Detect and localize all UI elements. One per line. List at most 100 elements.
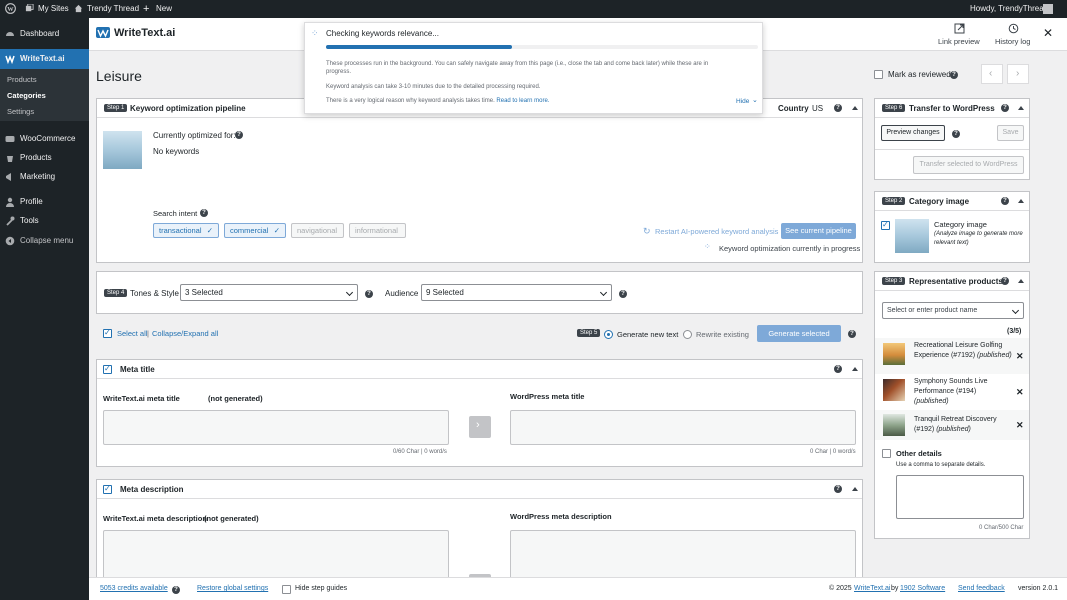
wp-meta-title-field[interactable] xyxy=(510,410,856,445)
send-feedback-link[interactable]: Send feedback xyxy=(958,585,1005,592)
prev-category-button[interactable]: ‹ xyxy=(981,64,1003,84)
collapse-expand-link[interactable]: Collapse/Expand all xyxy=(152,329,218,338)
submenu-settings[interactable]: Settings xyxy=(7,107,34,116)
company-link[interactable]: 1902 Software xyxy=(900,585,945,592)
home-icon xyxy=(74,0,83,18)
history-log-button[interactable]: History log xyxy=(995,37,1030,46)
close-icon[interactable]: ✕ xyxy=(1043,26,1053,40)
list-item: Recreational Leisure Golfing Experience … xyxy=(875,338,1029,374)
submenu-categories[interactable]: Categories xyxy=(7,91,46,100)
remove-icon[interactable]: ✕ xyxy=(1016,351,1024,362)
help-icon[interactable]: ? xyxy=(848,330,856,338)
help-icon[interactable]: ? xyxy=(1001,104,1009,112)
collapse-caret-icon[interactable] xyxy=(1018,106,1024,110)
site-name-link[interactable]: Trendy Thread xyxy=(87,0,139,18)
help-icon[interactable]: ? xyxy=(952,130,960,138)
writetext-meta-title-field[interactable] xyxy=(103,410,449,445)
hide-guides-checkbox[interactable] xyxy=(282,585,291,594)
intent-chip-transactional[interactable]: transactional ✓ xyxy=(153,223,219,238)
remove-icon[interactable]: ✕ xyxy=(1016,387,1024,398)
sidebar-item-profile[interactable]: Profile xyxy=(0,193,89,211)
chevron-left-icon: ‹ xyxy=(989,68,993,79)
help-icon[interactable]: ? xyxy=(834,104,842,112)
step-badge: Step 2 xyxy=(882,197,906,205)
wordpress-logo-icon[interactable]: W xyxy=(5,0,16,18)
woocommerce-icon xyxy=(5,136,15,142)
tones-style-select[interactable]: 3 Selected xyxy=(180,284,358,301)
admin-bar: W My Sites Trendy Thread + New Howdy, Tr… xyxy=(0,0,1067,18)
help-icon[interactable]: ? xyxy=(834,365,842,373)
generate-selected-button[interactable]: Generate selected xyxy=(757,325,841,342)
restore-settings-link[interactable]: Restore global settings xyxy=(197,585,268,592)
collapse-caret-icon[interactable] xyxy=(852,487,858,491)
product-image xyxy=(883,379,905,401)
help-icon[interactable]: ? xyxy=(200,209,208,217)
help-icon[interactable]: ? xyxy=(172,586,180,594)
help-icon[interactable]: ? xyxy=(1001,277,1009,285)
sidebar-item-woocommerce[interactable]: WooCommerce xyxy=(0,130,89,148)
copyright-text: © 2025 xyxy=(829,585,852,592)
popup-text-row: There is a very logical reason why keywo… xyxy=(326,98,549,104)
sidebar-item-writetext[interactable]: WriteText.ai xyxy=(0,49,89,69)
learn-more-link[interactable]: Read to learn more. xyxy=(496,98,549,104)
generate-new-radio[interactable] xyxy=(604,330,613,339)
collapse-caret-icon[interactable] xyxy=(1018,199,1024,203)
other-details-checkbox[interactable] xyxy=(882,449,891,458)
help-icon[interactable]: ? xyxy=(1001,197,1009,205)
sidebar-item-marketing[interactable]: Marketing xyxy=(0,168,89,186)
intent-chip-informational[interactable]: informational xyxy=(349,223,406,238)
help-icon[interactable]: ? xyxy=(235,131,243,139)
history-icon[interactable] xyxy=(1008,23,1019,34)
category-image-checkbox[interactable] xyxy=(881,220,890,230)
help-icon[interactable]: ? xyxy=(950,71,958,79)
help-icon[interactable]: ? xyxy=(834,485,842,493)
mark-reviewed-checkbox[interactable] xyxy=(874,70,883,79)
transfer-selected-button[interactable]: Transfer selected to WordPress xyxy=(913,156,1024,174)
howdy-link[interactable]: Howdy, TrendyThread xyxy=(970,0,1048,18)
transfer-arrow-button[interactable]: › xyxy=(469,416,491,438)
meta-title-checkbox[interactable] xyxy=(103,364,112,374)
remove-icon[interactable]: ✕ xyxy=(1016,420,1024,431)
preview-changes-button[interactable]: Preview changes xyxy=(881,125,945,141)
rewrite-existing-radio[interactable] xyxy=(683,330,692,339)
credits-link[interactable]: 5053 credits available xyxy=(100,585,168,592)
see-pipeline-button[interactable]: See current pipeline xyxy=(781,223,856,239)
audience-select[interactable]: 9 Selected xyxy=(421,284,612,301)
select-all-checkbox[interactable] xyxy=(103,328,112,338)
select-all-link[interactable]: Select all xyxy=(117,329,147,338)
collapse-caret-icon[interactable] xyxy=(852,106,858,110)
next-category-button[interactable]: › xyxy=(1007,64,1029,84)
link-preview-icon[interactable] xyxy=(954,23,965,34)
avatar[interactable] xyxy=(1043,4,1053,14)
help-icon[interactable]: ? xyxy=(365,290,373,298)
chevron-down-icon[interactable]: ⌄ xyxy=(752,96,758,104)
country-value[interactable]: US xyxy=(812,104,823,113)
submenu-products[interactable]: Products xyxy=(7,75,37,84)
keyword-analysis-popup: ⁘ Checking keywords relevance... These p… xyxy=(304,22,763,114)
chevron-down-icon xyxy=(599,288,608,297)
intent-chip-navigational[interactable]: navigational xyxy=(291,223,344,238)
link-preview-button[interactable]: Link preview xyxy=(938,37,980,46)
generate-new-label: Generate new text xyxy=(617,330,679,339)
sidebar-label: Collapse menu xyxy=(20,236,74,245)
collapse-caret-icon[interactable] xyxy=(852,367,858,371)
sidebar-item-dashboard[interactable]: Dashboard xyxy=(0,25,89,43)
sidebar-label: Marketing xyxy=(20,172,56,181)
meta-description-checkbox[interactable] xyxy=(103,484,112,494)
sidebar-item-products[interactable]: Products xyxy=(0,149,89,167)
help-icon[interactable]: ? xyxy=(619,290,627,298)
sidebar-label: WooCommerce xyxy=(20,134,76,143)
intent-chip-commercial[interactable]: commercial ✓ xyxy=(224,223,286,238)
my-sites-link[interactable]: My Sites xyxy=(38,0,69,18)
product-select[interactable]: Select or enter product name xyxy=(882,302,1024,319)
hide-popup-link[interactable]: Hide xyxy=(736,98,749,105)
collapse-caret-icon[interactable] xyxy=(1018,279,1024,283)
new-link[interactable]: New xyxy=(156,0,172,18)
sidebar-item-collapse[interactable]: Collapse menu xyxy=(0,232,89,250)
save-button[interactable]: Save xyxy=(997,125,1024,141)
restart-keyword-analysis-link[interactable]: Restart AI-powered keyword analysis xyxy=(655,227,778,236)
step-badge: Step 6 xyxy=(882,104,906,112)
brand-link[interactable]: WriteText.ai xyxy=(854,585,890,592)
sidebar-item-tools[interactable]: Tools xyxy=(0,212,89,230)
other-details-textarea[interactable] xyxy=(896,475,1024,519)
